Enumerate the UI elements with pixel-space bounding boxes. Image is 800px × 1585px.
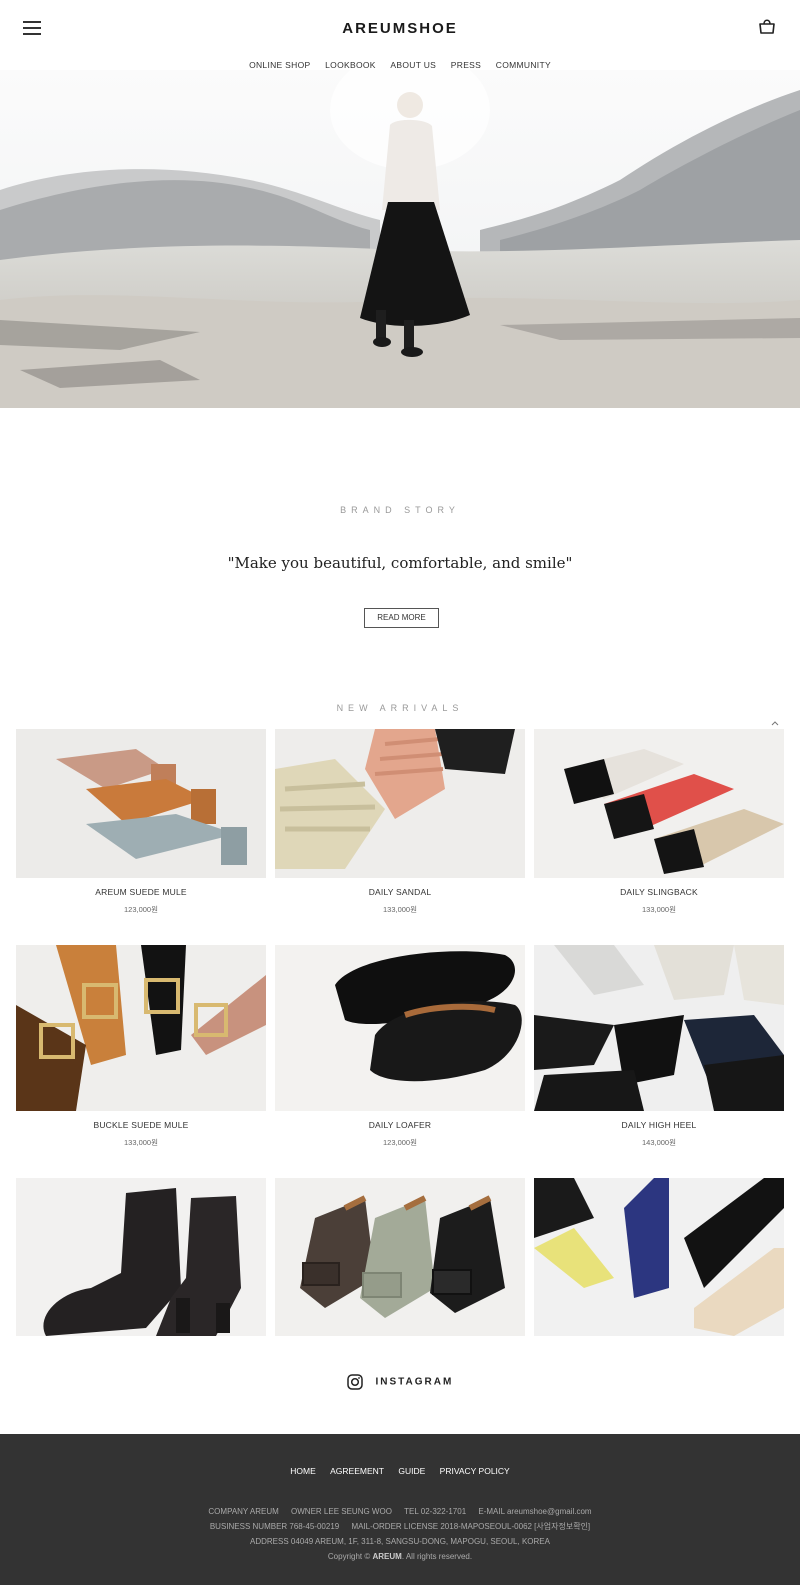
footer-address: ADDRESS 04049 AREUM, 1F, 311-8, SANGSU-D… xyxy=(250,1537,550,1546)
hero-image xyxy=(0,70,800,408)
nav-about-us[interactable]: ABOUT US xyxy=(390,60,436,70)
instagram-label: INSTAGRAM xyxy=(375,1376,454,1388)
footer-link-privacy-policy[interactable]: PRIVACY POLICY xyxy=(440,1466,510,1476)
product-name: BUCKLE SUEDE MULE xyxy=(93,1120,189,1130)
nav-lookbook[interactable]: LOOKBOOK xyxy=(325,60,376,70)
product-image[interactable] xyxy=(275,1178,525,1336)
product-image[interactable] xyxy=(16,729,266,878)
footer-links: HOME AGREEMENT GUIDE PRIVACY POLICY xyxy=(0,1466,800,1476)
product-card[interactable] xyxy=(534,1178,784,1336)
product-card[interactable] xyxy=(275,1178,525,1336)
read-more-button[interactable]: READ MORE xyxy=(364,608,439,628)
product-price: 133,000원 xyxy=(641,905,676,914)
site-footer: HOME AGREEMENT GUIDE PRIVACY POLICY COMP… xyxy=(0,1434,800,1585)
product-image[interactable] xyxy=(534,1178,784,1336)
product-card[interactable] xyxy=(16,1178,266,1336)
footer-tel: TEL 02-322-1701 xyxy=(404,1507,467,1516)
nav-online-shop[interactable]: ONLINE SHOP xyxy=(249,60,310,70)
instagram-link[interactable]: INSTAGRAM xyxy=(0,1374,800,1390)
footer-link-agreement[interactable]: AGREEMENT xyxy=(330,1466,384,1476)
product-price: 143,000원 xyxy=(641,1138,676,1147)
footer-email[interactable]: E-MAIL areumshoe@gmail.com xyxy=(478,1507,591,1516)
instagram-icon xyxy=(346,1374,363,1390)
product-price: 133,000원 xyxy=(123,1138,158,1147)
product-image[interactable] xyxy=(16,1178,266,1336)
brand-quote: "Make you beautiful, comfortable, and sm… xyxy=(227,554,573,572)
footer-copyright: Copyright © AREUM. All rights reserved. xyxy=(327,1552,473,1561)
nav-community[interactable]: COMMUNITY xyxy=(496,60,551,70)
site-logo[interactable]: AREUMSHOE xyxy=(0,20,800,37)
product-card[interactable]: BUCKLE SUEDE MULE 133,000원 xyxy=(16,945,266,1148)
footer-company-info: COMPANY AREUM OWNER LEE SEUNG WOO TEL 02… xyxy=(0,1504,800,1564)
product-image[interactable] xyxy=(275,945,525,1111)
shopping-bag-icon[interactable] xyxy=(758,17,776,35)
product-name: DAILY LOAFER xyxy=(368,1120,432,1130)
main-nav: ONLINE SHOP LOOKBOOK ABOUT US PRESS COMM… xyxy=(0,60,800,70)
product-image[interactable] xyxy=(16,945,266,1111)
product-card[interactable]: DAILY LOAFER 123,000원 xyxy=(275,945,525,1148)
product-price: 133,000원 xyxy=(382,905,417,914)
footer-business-number: BUSINESS NUMBER 768-45-00219 xyxy=(209,1522,340,1531)
product-name: DAILY HIGH HEEL xyxy=(621,1120,697,1130)
new-arrivals-heading: NEW ARRIVALS xyxy=(336,703,464,713)
product-price: 123,000원 xyxy=(123,905,158,914)
product-card[interactable]: DAILY SLINGBACK 133,000원 xyxy=(534,729,784,915)
product-image[interactable] xyxy=(534,945,784,1111)
product-price: 123,000원 xyxy=(382,1138,417,1147)
brand-story-heading: BRAND STORY xyxy=(340,505,460,515)
footer-owner: OWNER LEE SEUNG WOO xyxy=(291,1507,392,1516)
product-name: AREUM SUEDE MULE xyxy=(95,887,187,897)
product-card[interactable]: DAILY HIGH HEEL 143,000원 xyxy=(534,945,784,1148)
product-card[interactable]: DAILY SANDAL 133,000원 xyxy=(275,729,525,915)
footer-mail-order-license[interactable]: MAIL-ORDER LICENSE 2018-MAPOSEOUL-0062 [… xyxy=(351,1522,590,1531)
product-card[interactable]: AREUM SUEDE MULE 123,000원 xyxy=(16,729,266,915)
product-image[interactable] xyxy=(534,729,784,878)
site-header: AREUMSHOE ONLINE SHOP LOOKBOOK ABOUT US … xyxy=(0,0,800,80)
product-name: DAILY SLINGBACK xyxy=(620,887,698,897)
product-name: DAILY SANDAL xyxy=(368,887,432,897)
footer-link-home[interactable]: HOME xyxy=(290,1466,316,1476)
chevron-up-icon[interactable] xyxy=(770,718,780,728)
nav-press[interactable]: PRESS xyxy=(451,60,481,70)
footer-company: COMPANY AREUM xyxy=(208,1507,279,1516)
product-image[interactable] xyxy=(275,729,525,878)
footer-link-guide[interactable]: GUIDE xyxy=(398,1466,425,1476)
